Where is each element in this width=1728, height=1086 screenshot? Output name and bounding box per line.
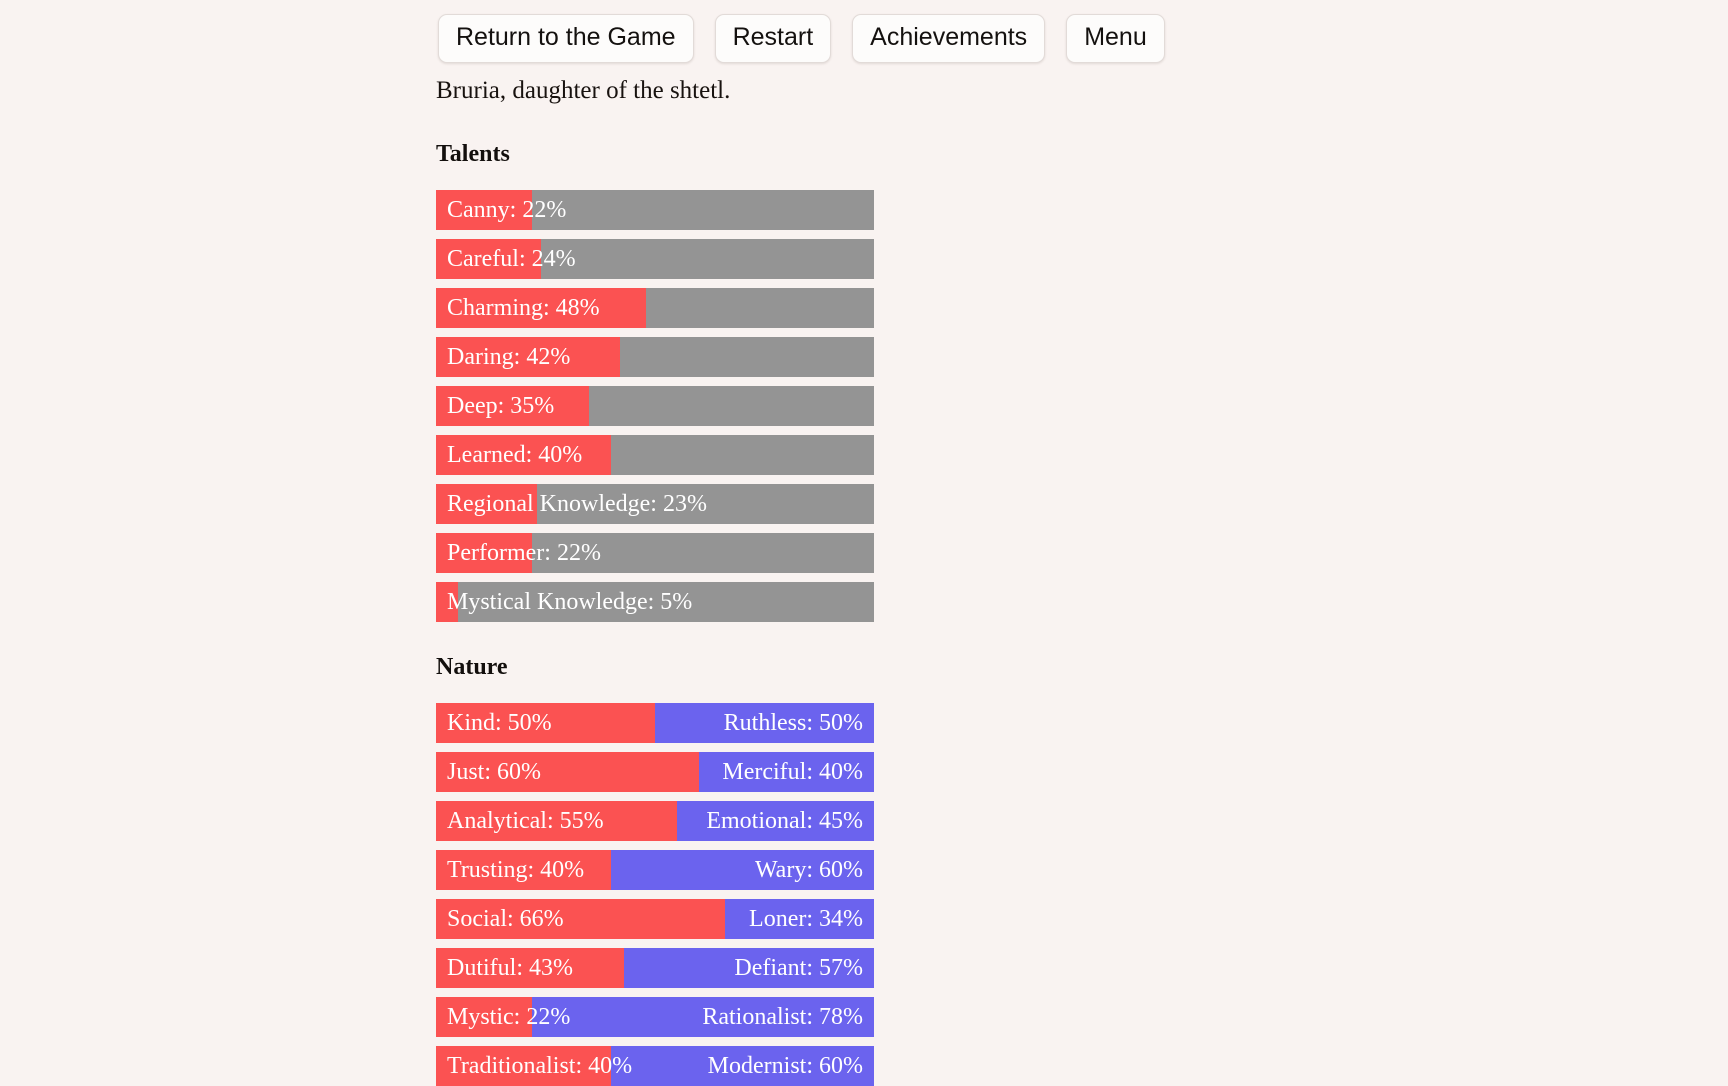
restart-button[interactable]: Restart (715, 14, 832, 63)
talent-bar-row: Charming: 48% (436, 288, 874, 328)
nature-bar-row: Dutiful: 43% Defiant: 57% (436, 948, 874, 988)
talent-bar-row: Canny: 22% (436, 190, 874, 230)
achievements-button[interactable]: Achievements (852, 14, 1045, 63)
page-content: Bruria, daughter of the shtetl. Talents … (436, 63, 1728, 1086)
talent-bar-label: Regional Knowledge: 23% (447, 484, 707, 524)
talent-bar-label: Canny: 22% (447, 190, 566, 230)
nature-bar-left-label: Analytical: 55% (447, 801, 604, 841)
nature-bar-row: Social: 66% Loner: 34% (436, 899, 874, 939)
nature-bar-left-label: Dutiful: 43% (447, 948, 573, 988)
talent-bar-label: Mystical Knowledge: 5% (447, 582, 692, 622)
nature-bar-right-label: Ruthless: 50% (724, 703, 863, 743)
nature-bar-row: Trusting: 40% Wary: 60% (436, 850, 874, 890)
nature-bar-right-label: Merciful: 40% (722, 752, 863, 792)
nature-bar-right-label: Emotional: 45% (706, 801, 863, 841)
menu-button[interactable]: Menu (1066, 14, 1165, 63)
character-intro-line: Bruria, daughter of the shtetl. (436, 74, 1728, 109)
nature-bar-right-label: Defiant: 57% (734, 948, 863, 988)
nature-bar-left-label: Mystic: 22% (447, 997, 570, 1037)
nature-bar-row: Mystic: 22% Rationalist: 78% (436, 997, 874, 1037)
talent-bar-label: Careful: 24% (447, 239, 576, 279)
talents-bar-list: Canny: 22% Careful: 24% Charming: 48% Darin… (436, 190, 874, 622)
nature-bar-row: Analytical: 55% Emotional: 45% (436, 801, 874, 841)
talent-bar-row: Regional Knowledge: 23% (436, 484, 874, 524)
talent-bar-row: Careful: 24% (436, 239, 874, 279)
talents-heading: Talents (436, 139, 1728, 170)
nature-heading: Nature (436, 652, 1728, 683)
talent-bar-row: Daring: 42% (436, 337, 874, 377)
nature-bar-left-label: Kind: 50% (447, 703, 552, 743)
nature-bar-row: Kind: 50% Ruthless: 50% (436, 703, 874, 743)
nature-bar-right-label: Rationalist: 78% (702, 997, 863, 1037)
talent-bar-row: Deep: 35% (436, 386, 874, 426)
nature-bar-right-label: Wary: 60% (755, 850, 863, 890)
talent-bar-row: Learned: 40% (436, 435, 874, 475)
nature-bar-left-label: Trusting: 40% (447, 850, 584, 890)
return-to-game-button[interactable]: Return to the Game (438, 14, 694, 63)
toolbar: Return to the Game Restart Achievements Men… (438, 0, 1728, 63)
nature-bar-left-label: Just: 60% (447, 752, 541, 792)
talent-bar-label: Performer: 22% (447, 533, 601, 573)
talent-bar-label: Charming: 48% (447, 288, 600, 328)
nature-bar-row: Just: 60% Merciful: 40% (436, 752, 874, 792)
talent-bar-label: Deep: 35% (447, 386, 554, 426)
nature-bar-left-label: Social: 66% (447, 899, 564, 939)
talent-bar-label: Learned: 40% (447, 435, 582, 475)
nature-bar-list: Kind: 50% Ruthless: 50% Just: 60% Merciful:… (436, 703, 874, 1086)
talent-bar-row: Performer: 22% (436, 533, 874, 573)
talent-bar-row: Mystical Knowledge: 5% (436, 582, 874, 622)
talent-bar-label: Daring: 42% (447, 337, 570, 377)
nature-bar-right-label: Loner: 34% (749, 899, 863, 939)
